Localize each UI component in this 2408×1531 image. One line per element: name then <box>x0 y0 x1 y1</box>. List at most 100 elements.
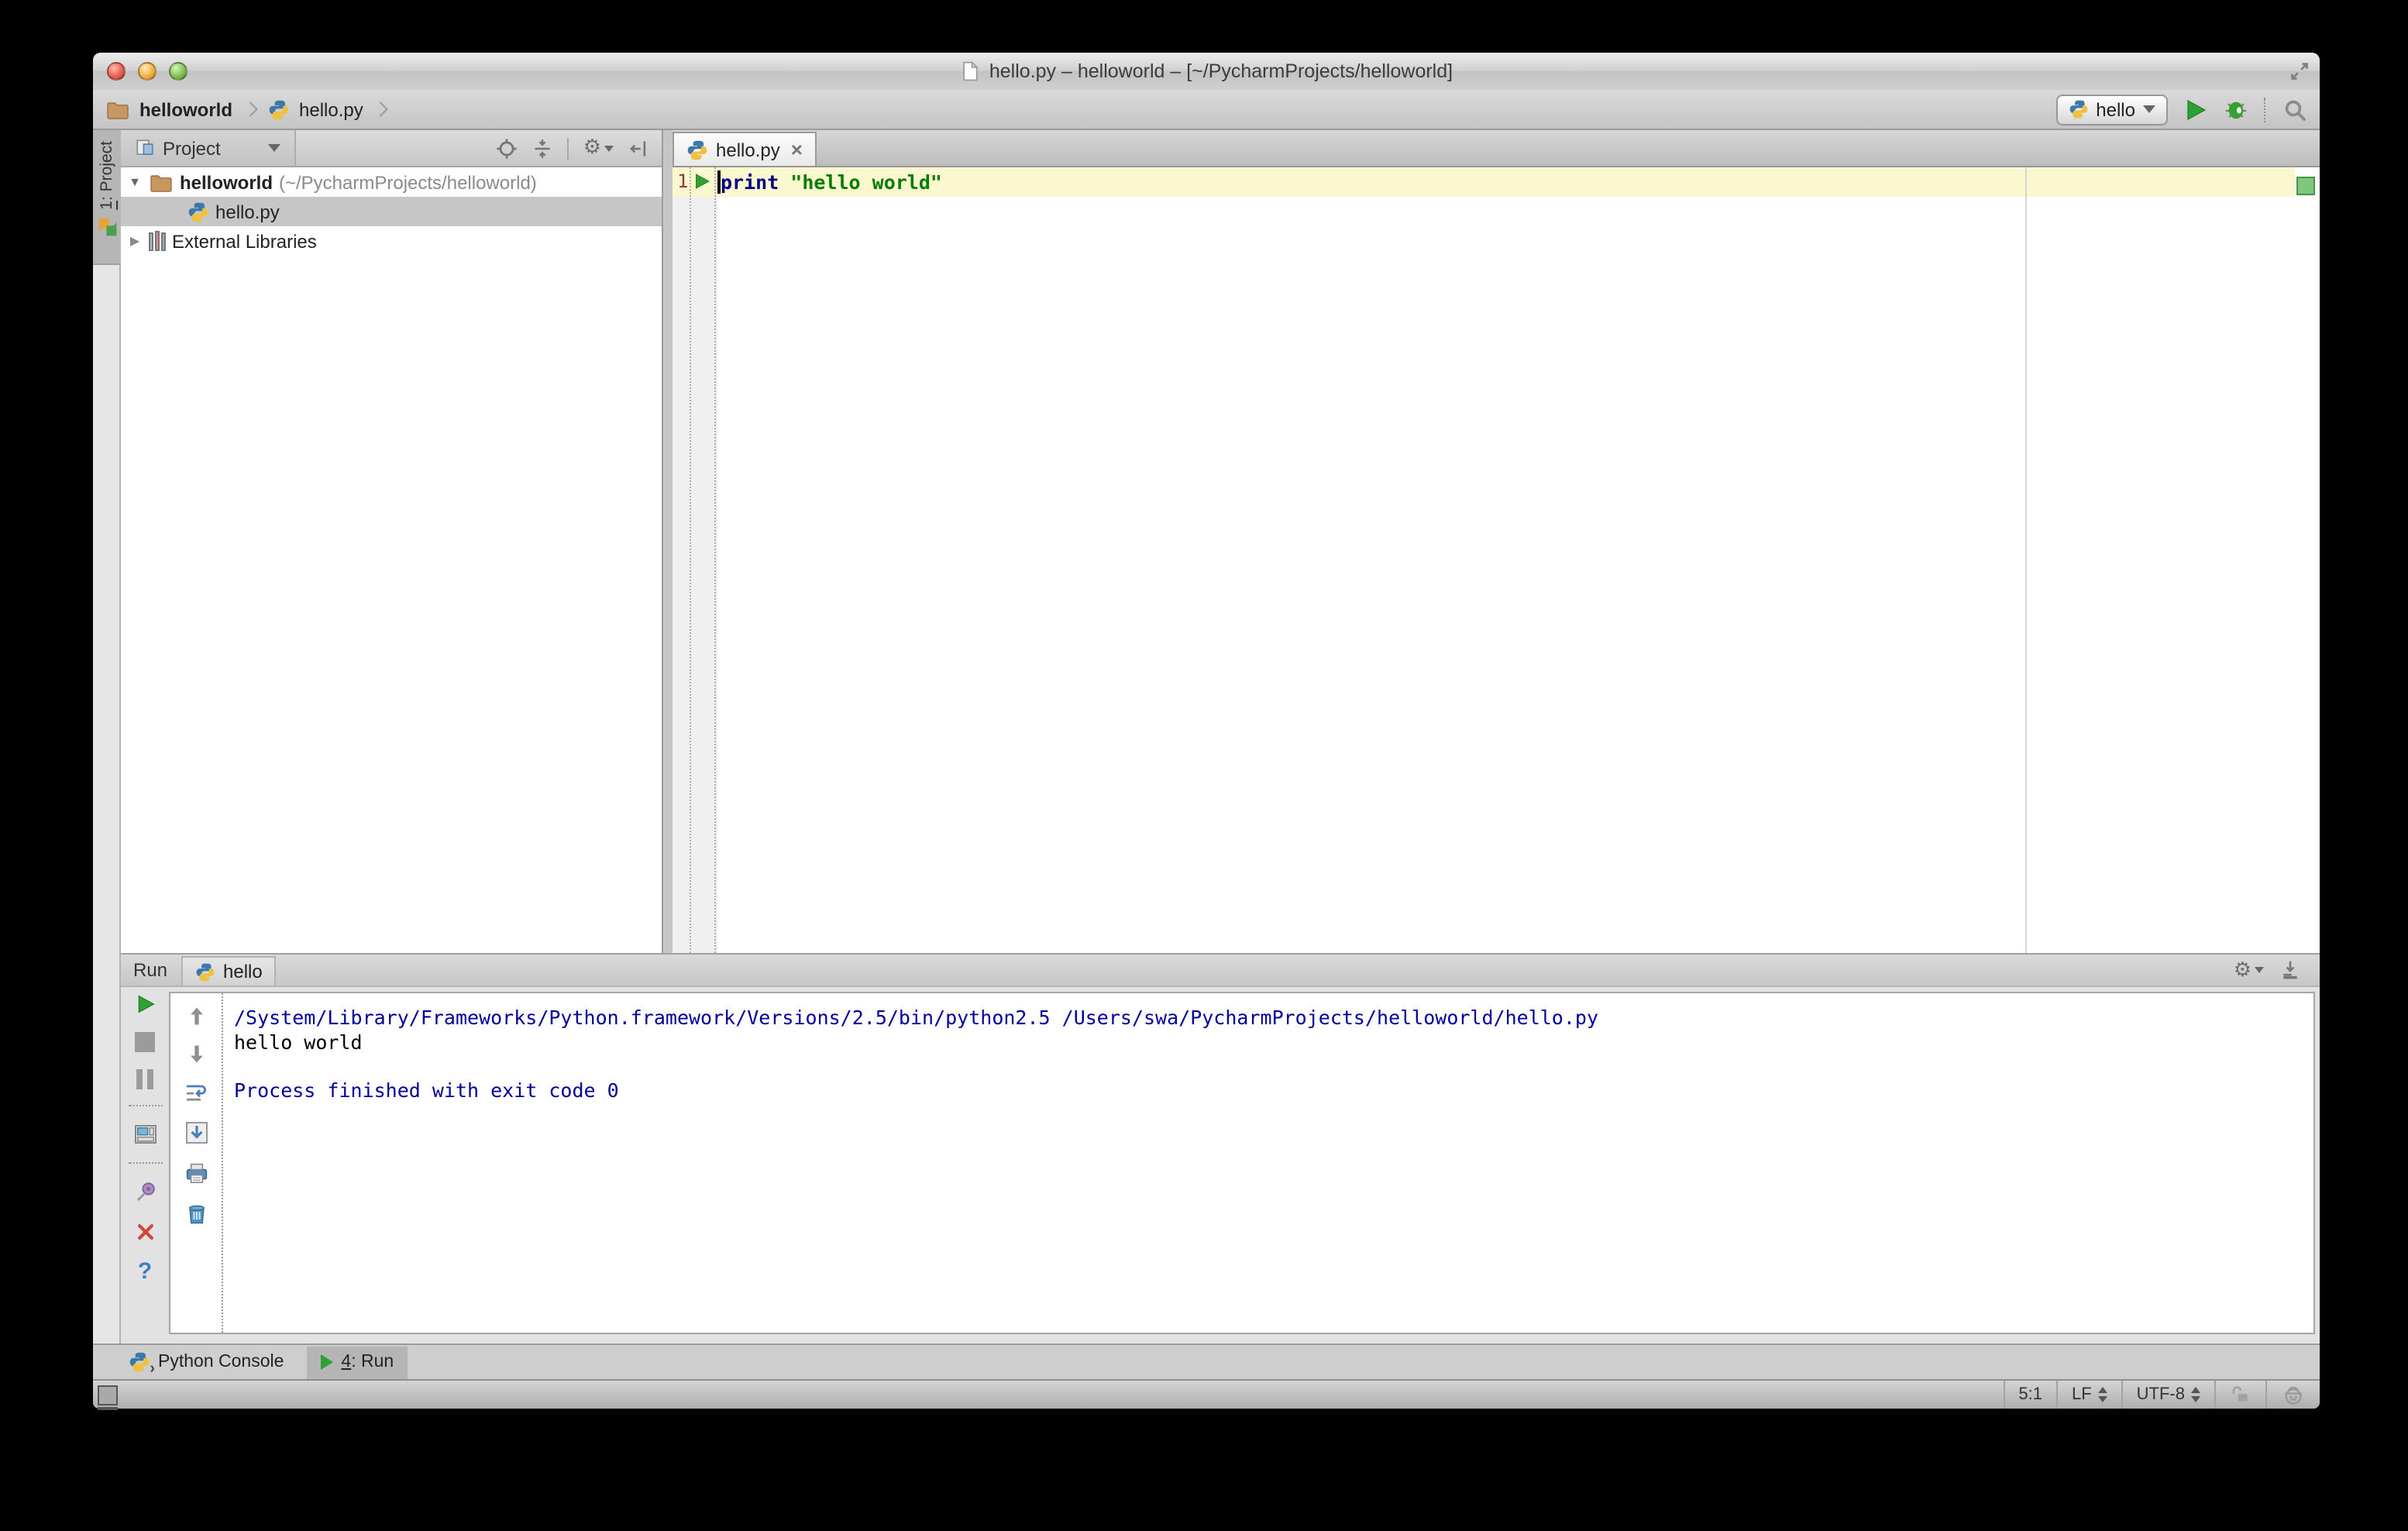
run-console: /System/Library/Frameworks/Python.framew… <box>169 992 2315 1334</box>
line-separator-widget[interactable]: LF <box>2055 1381 2121 1409</box>
pin-tab-button[interactable] <box>132 1179 157 1204</box>
run-content: ? /System/Library/Frameworks/Python.fram… <box>121 987 2320 1343</box>
window-title-text: hello.py – helloworld – [~/PycharmProjec… <box>989 60 1453 82</box>
gutter-separator <box>714 167 716 953</box>
print-button[interactable] <box>184 1161 208 1185</box>
soft-wrap-button[interactable] <box>184 1080 208 1105</box>
run-icon <box>321 1354 334 1370</box>
chevron-down-icon <box>268 144 281 152</box>
run-toolwindow-header: Run hello ⚙ <box>121 953 2320 987</box>
close-window-button[interactable] <box>107 62 126 81</box>
run-content-tab[interactable]: hello <box>181 956 277 986</box>
project-view-label: Project <box>163 137 221 159</box>
code-line-1[interactable]: print "hello world" <box>721 167 942 197</box>
status-bar: 5:1 LF UTF-8 <box>93 1379 2320 1409</box>
python-logo-icon <box>196 962 215 981</box>
clear-all-trash-button[interactable] <box>184 1201 208 1226</box>
search-icon[interactable] <box>2282 97 2307 122</box>
caret-position-widget[interactable]: 5:1 <box>2003 1381 2056 1409</box>
minimize-window-button[interactable] <box>138 62 157 81</box>
toolwindow-stripe: 1: Project <box>93 130 121 1343</box>
external-libraries-label: External Libraries <box>172 230 317 252</box>
run-toolwindow-label: 4: Run <box>341 1353 394 1371</box>
python-console-button[interactable]: › Python Console <box>115 1346 298 1378</box>
pause-output-button[interactable] <box>136 1069 153 1089</box>
collapsed-arrow-icon[interactable]: ▶ <box>127 234 143 248</box>
updown-arrows-icon <box>2191 1387 2200 1402</box>
run-tab-label: hello <box>223 961 263 982</box>
editor-area: hello.py × 1 print "hello world" <box>673 130 2320 953</box>
up-stack-trace-button[interactable] <box>185 1006 207 1027</box>
console-toolbar <box>170 993 223 1333</box>
encoding-widget[interactable]: UTF-8 <box>2121 1381 2214 1409</box>
main-area: Project ⚙ ▼ helloworld (~/PycharmProject… <box>121 130 2320 953</box>
gutter-run-icon[interactable] <box>693 172 711 191</box>
down-stack-trace-button[interactable] <box>185 1043 207 1065</box>
title-bar[interactable]: hello.py – helloworld – [~/PycharmProjec… <box>93 53 2320 91</box>
pycharm-window: hello.py – helloworld – [~/PycharmProjec… <box>93 53 2320 1409</box>
run-left-toolbar: ? <box>121 993 169 1283</box>
editor-body[interactable]: 1 print "hello world" <box>673 167 2320 953</box>
run-toolbar: hello <box>2055 94 2307 125</box>
locate-file-icon[interactable] <box>497 137 518 159</box>
run-configuration-select[interactable]: hello <box>2055 94 2168 125</box>
project-tree: ▼ helloworld (~/PycharmProjects/hellowor… <box>121 167 662 256</box>
breadcrumb: helloworld hello.py <box>105 97 390 122</box>
gutter-separator <box>690 167 691 953</box>
run-button[interactable] <box>2183 97 2208 122</box>
chevron-down-icon <box>2143 105 2155 113</box>
stop-button[interactable] <box>135 1032 155 1052</box>
dock-panel-icon[interactable] <box>2279 959 2301 981</box>
traffic-lights <box>107 62 187 81</box>
python-console-label: Python Console <box>158 1353 284 1371</box>
folder-icon <box>150 174 172 191</box>
run-settings-button[interactable]: ⚙ <box>2234 960 2264 980</box>
hide-panel-icon[interactable] <box>628 137 649 159</box>
expanded-arrow-icon[interactable]: ▼ <box>127 175 143 189</box>
gutter-background <box>673 197 717 953</box>
close-button[interactable] <box>134 1221 156 1243</box>
tree-row-project-root[interactable]: ▼ helloworld (~/PycharmProjects/hellowor… <box>121 167 662 197</box>
window-title: hello.py – helloworld – [~/PycharmProjec… <box>960 60 1453 82</box>
chevron-down-icon <box>604 145 614 151</box>
chevron-right-icon <box>243 101 258 117</box>
unlocked-icon <box>2232 1386 2248 1402</box>
rerun-button[interactable] <box>134 993 156 1015</box>
tree-row-hello-py[interactable]: hello.py <box>121 197 662 226</box>
project-view-select[interactable]: Project <box>121 130 297 166</box>
project-root-path: (~/PycharmProjects/helloworld) <box>279 171 537 193</box>
lock-widget[interactable] <box>2214 1381 2265 1409</box>
project-stripe-label: 1: Project <box>98 141 116 210</box>
sidebar-tab-project[interactable]: 1: Project <box>93 130 121 265</box>
tree-row-external-libraries[interactable]: ▶ External Libraries <box>121 226 662 256</box>
fullscreen-expand-icon[interactable] <box>2289 60 2310 82</box>
panel-settings-button[interactable]: ⚙ <box>583 138 614 158</box>
zoom-window-button[interactable] <box>169 62 187 81</box>
breadcrumb-project[interactable]: helloworld <box>139 98 232 120</box>
editor-tab-bar: hello.py × <box>673 130 2320 167</box>
hector-face-icon <box>2285 1386 2302 1405</box>
help-button[interactable]: ? <box>138 1260 152 1283</box>
breadcrumb-file[interactable]: hello.py <box>299 98 363 120</box>
scroll-to-end-button[interactable] <box>184 1120 208 1145</box>
debug-bug-button[interactable] <box>2224 97 2248 122</box>
run-configuration-label: hello <box>2096 98 2135 120</box>
editor-tab-hello-py[interactable]: hello.py × <box>673 132 817 166</box>
restore-layout-button[interactable] <box>132 1122 157 1147</box>
hector-inspector-widget[interactable] <box>2265 1381 2320 1409</box>
collapse-all-icon[interactable] <box>532 137 554 159</box>
project-root-label: helloworld <box>180 171 273 193</box>
line-number: 1 <box>677 170 689 192</box>
inspection-status-icon[interactable] <box>2296 177 2315 195</box>
console-output[interactable]: /System/Library/Frameworks/Python.framew… <box>223 993 2313 1333</box>
run-toolwindow-button[interactable]: 4: Run <box>307 1346 408 1378</box>
file-label: hello.py <box>215 201 280 222</box>
toolwindow-quick-access-icon[interactable] <box>98 1385 118 1409</box>
status-widgets: 5:1 LF UTF-8 <box>2003 1381 2320 1409</box>
toolbar-separator <box>128 1162 162 1164</box>
screen: hello.py – helloworld – [~/PycharmProjec… <box>0 0 2408 1531</box>
close-icon[interactable]: × <box>791 139 803 160</box>
python-file-icon <box>687 139 707 160</box>
libraries-icon <box>149 231 166 251</box>
